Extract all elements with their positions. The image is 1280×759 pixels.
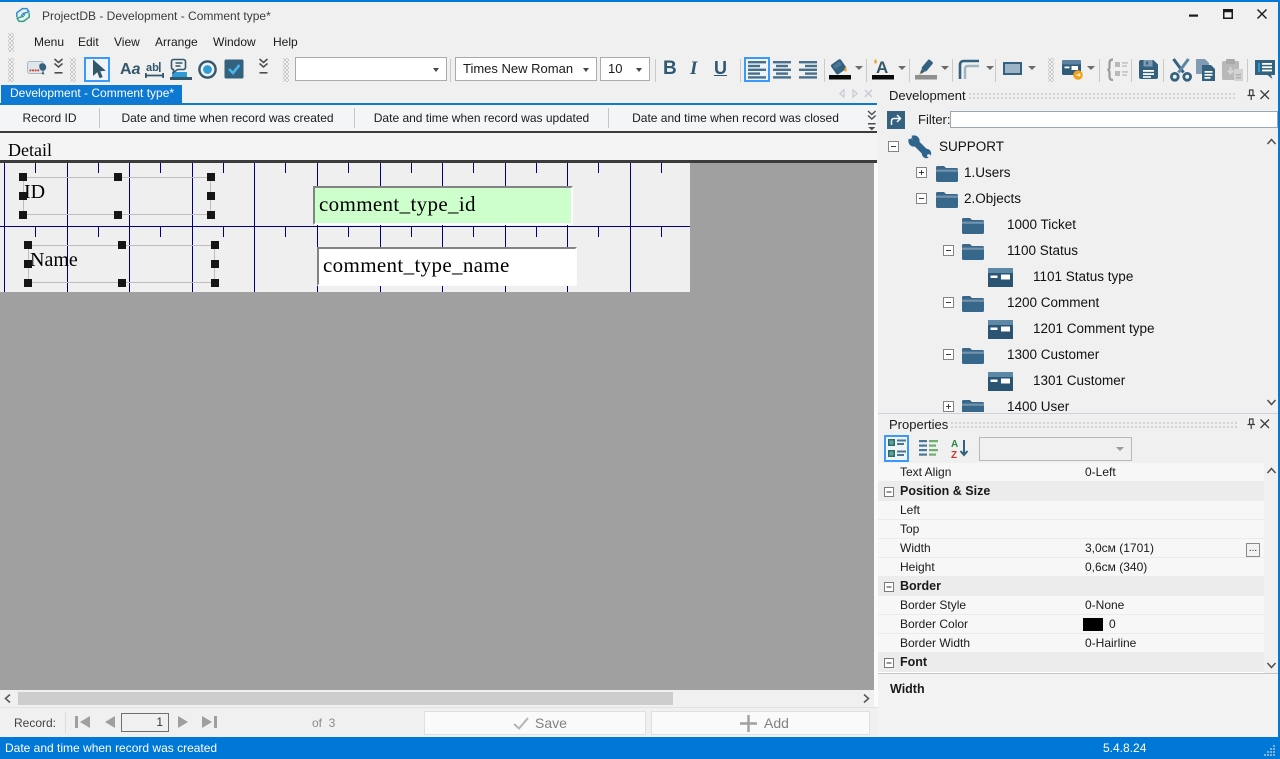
- svg-text:ab: ab: [146, 62, 159, 74]
- svg-text:Z: Z: [951, 450, 957, 461]
- svg-text:A: A: [876, 58, 888, 77]
- svg-text:A: A: [951, 439, 958, 450]
